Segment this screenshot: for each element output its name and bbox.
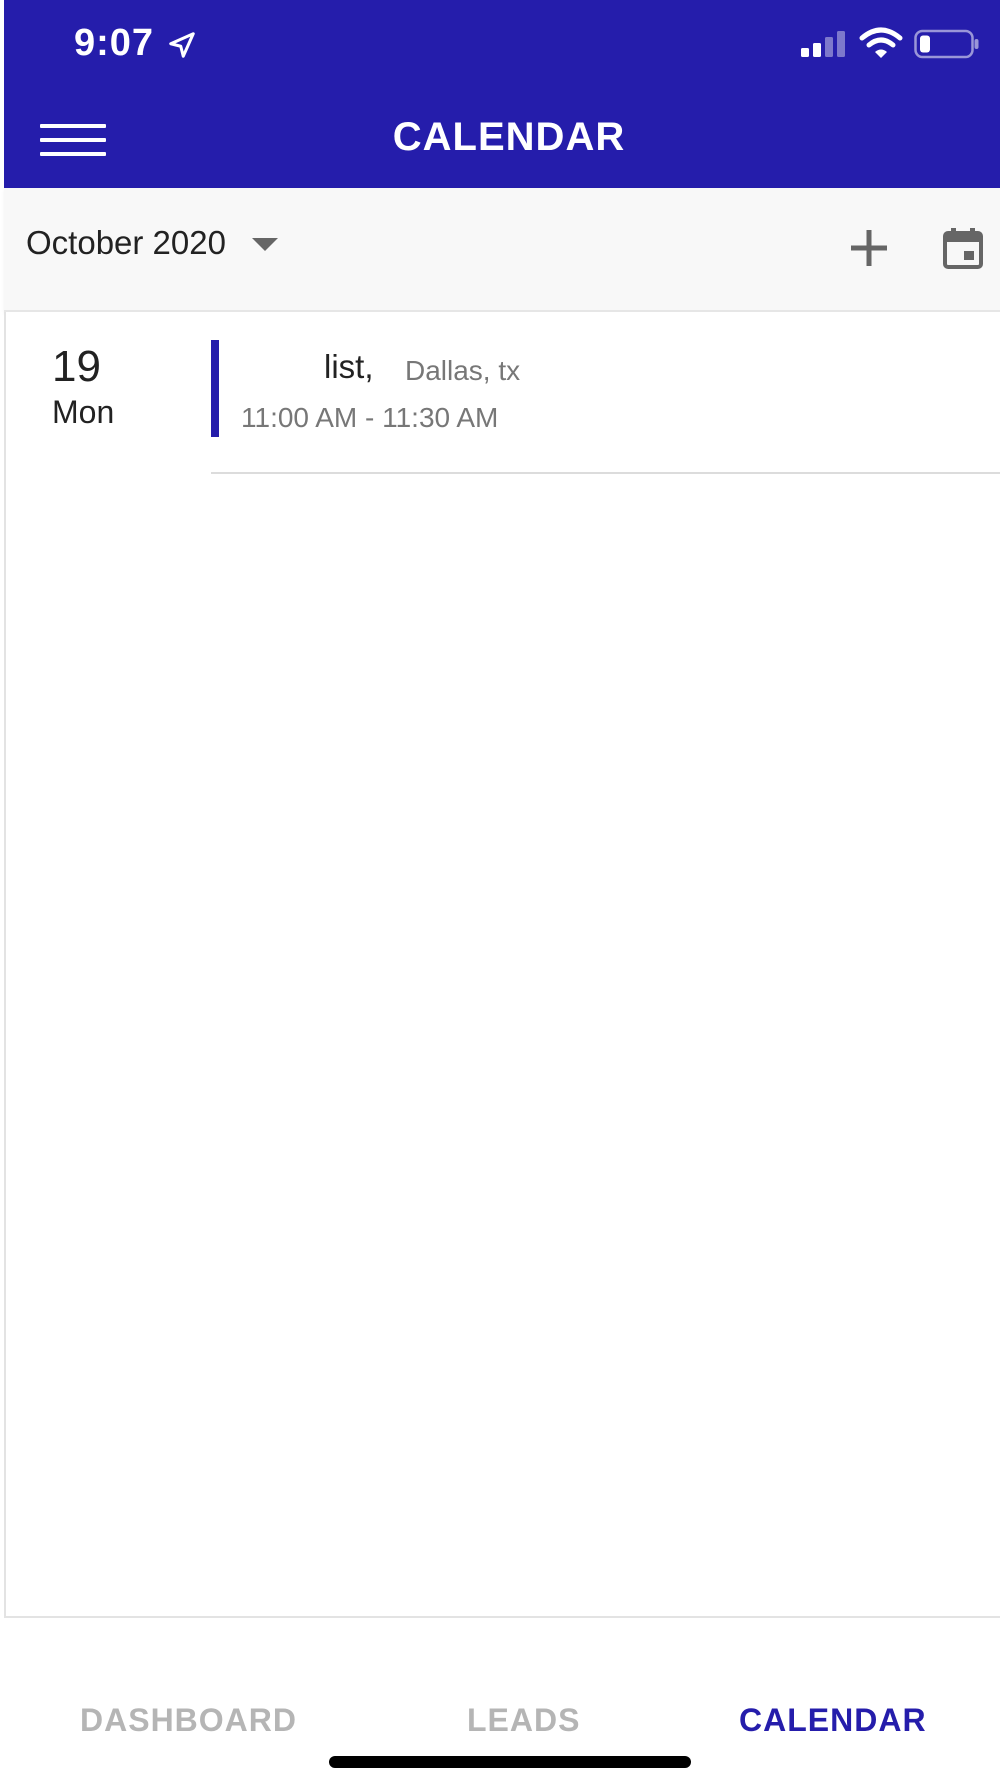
day-number: 19 — [52, 342, 101, 391]
event-accent-bar — [211, 340, 219, 437]
event-title: list, — [324, 348, 374, 385]
page-title: CALENDAR — [392, 115, 626, 159]
cellular-signal-icon — [801, 31, 845, 57]
bottom-navigation: DASHBOARD LEADS CALENDAR — [0, 1658, 1000, 1778]
wifi-icon — [859, 27, 903, 58]
event-time: 11:00 AM - 11:30 AM — [241, 402, 499, 433]
nav-calendar[interactable]: CALENDAR — [739, 1702, 927, 1739]
nav-dashboard[interactable]: DASHBOARD — [80, 1702, 297, 1739]
app-header: 9:07 CALENDAR — [4, 0, 1000, 188]
plus-icon[interactable] — [847, 226, 891, 270]
event-location: Dallas, tx — [405, 355, 521, 386]
nav-leads[interactable]: LEADS — [467, 1702, 580, 1739]
status-time: 9:07 — [74, 22, 155, 64]
month-selector[interactable]: October 2020 — [26, 224, 280, 262]
battery-icon — [914, 29, 979, 59]
month-label: October 2020 — [26, 224, 226, 261]
calendar-icon[interactable] — [942, 226, 984, 270]
caret-down-icon — [251, 238, 278, 251]
calendar-toolbar: October 2020 — [4, 188, 1000, 312]
agenda-list: 19 Mon list, Dallas, tx 11:00 AM - 11:30… — [4, 312, 1000, 1618]
home-indicator — [329, 1756, 691, 1768]
event-item[interactable]: list, Dallas, tx 11:00 AM - 11:30 AM — [211, 340, 1000, 474]
location-arrow-icon — [169, 32, 195, 58]
day-name: Mon — [52, 394, 115, 430]
